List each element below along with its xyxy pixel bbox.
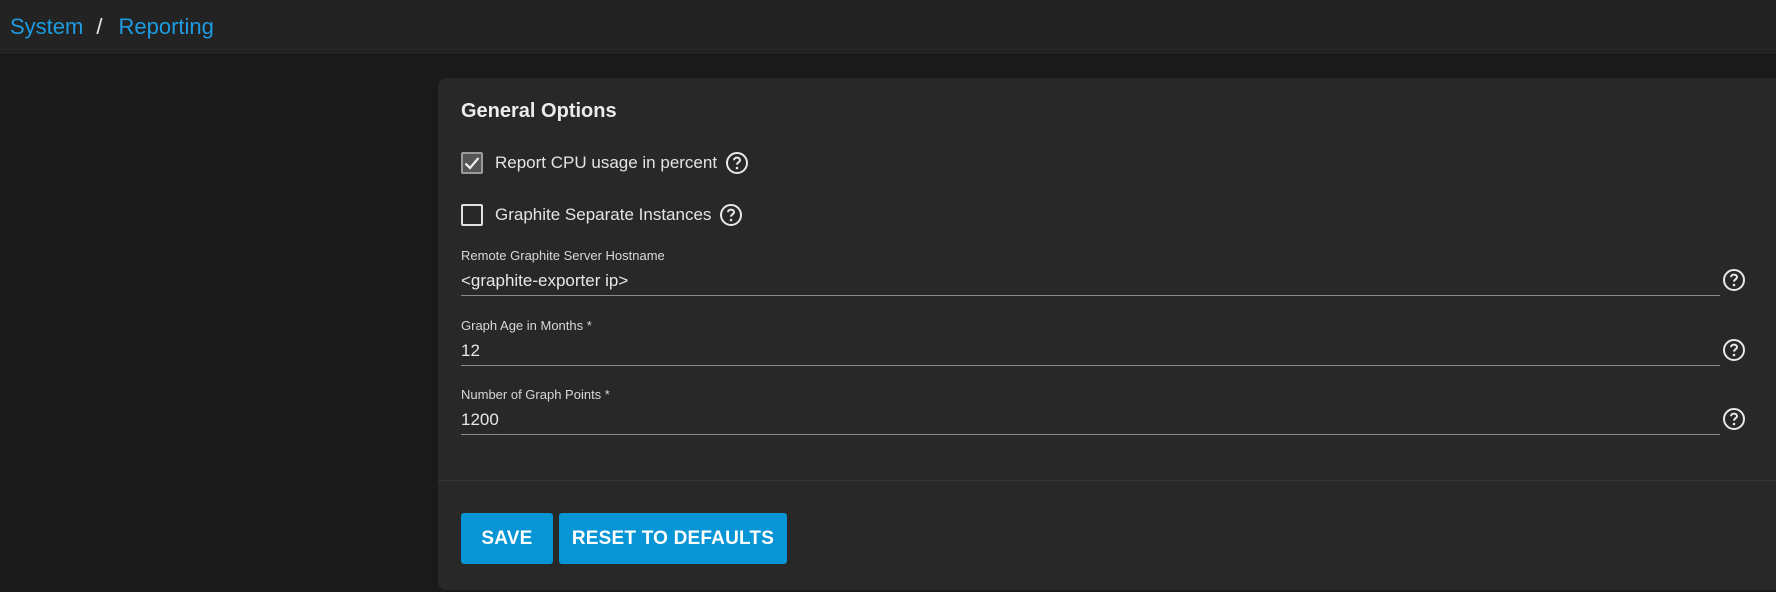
save-button[interactable]: SAVE xyxy=(461,513,553,564)
graphite-instances-checkbox[interactable] xyxy=(461,204,483,226)
breadcrumb-separator: / xyxy=(96,14,103,39)
report-cpu-label: Report CPU usage in percent xyxy=(495,153,718,172)
graph-age-input[interactable] xyxy=(461,336,1720,366)
graph-points-field: Number of Graph Points * xyxy=(461,387,1720,435)
report-cpu-row: Report CPU usage in percent xyxy=(461,151,749,175)
graphite-hostname-label: Remote Graphite Server Hostname xyxy=(461,248,665,263)
breadcrumb-reporting[interactable]: Reporting xyxy=(118,14,213,40)
graphite-instances-row: Graphite Separate Instances xyxy=(461,203,743,227)
card-divider xyxy=(438,480,1776,481)
top-bar: System / Reporting xyxy=(0,0,1776,55)
card-title: General Options xyxy=(461,100,617,122)
breadcrumb: System / Reporting xyxy=(10,14,214,40)
graph-points-input[interactable] xyxy=(461,405,1720,435)
breadcrumb-system[interactable]: System xyxy=(10,14,83,40)
graphite-instances-label: Graphite Separate Instances xyxy=(495,205,712,224)
checkmark-icon xyxy=(464,157,480,170)
general-options-card: General Options Report CPU usage in perc… xyxy=(438,78,1776,590)
graph-age-help-icon[interactable] xyxy=(1722,338,1746,362)
graphite-hostname-field: Remote Graphite Server Hostname xyxy=(461,248,1720,296)
report-cpu-checkbox[interactable] xyxy=(461,152,483,174)
graphite-hostname-input[interactable] xyxy=(461,266,1720,296)
report-cpu-help-icon[interactable] xyxy=(725,151,749,175)
graph-points-label: Number of Graph Points * xyxy=(461,387,610,402)
graph-points-help-icon[interactable] xyxy=(1722,407,1746,431)
reset-to-defaults-button[interactable]: RESET TO DEFAULTS xyxy=(559,513,787,564)
graphite-instances-help-icon[interactable] xyxy=(719,203,743,227)
graph-age-field: Graph Age in Months * xyxy=(461,318,1720,366)
graphite-hostname-help-icon[interactable] xyxy=(1722,268,1746,292)
graph-age-label: Graph Age in Months * xyxy=(461,318,592,333)
